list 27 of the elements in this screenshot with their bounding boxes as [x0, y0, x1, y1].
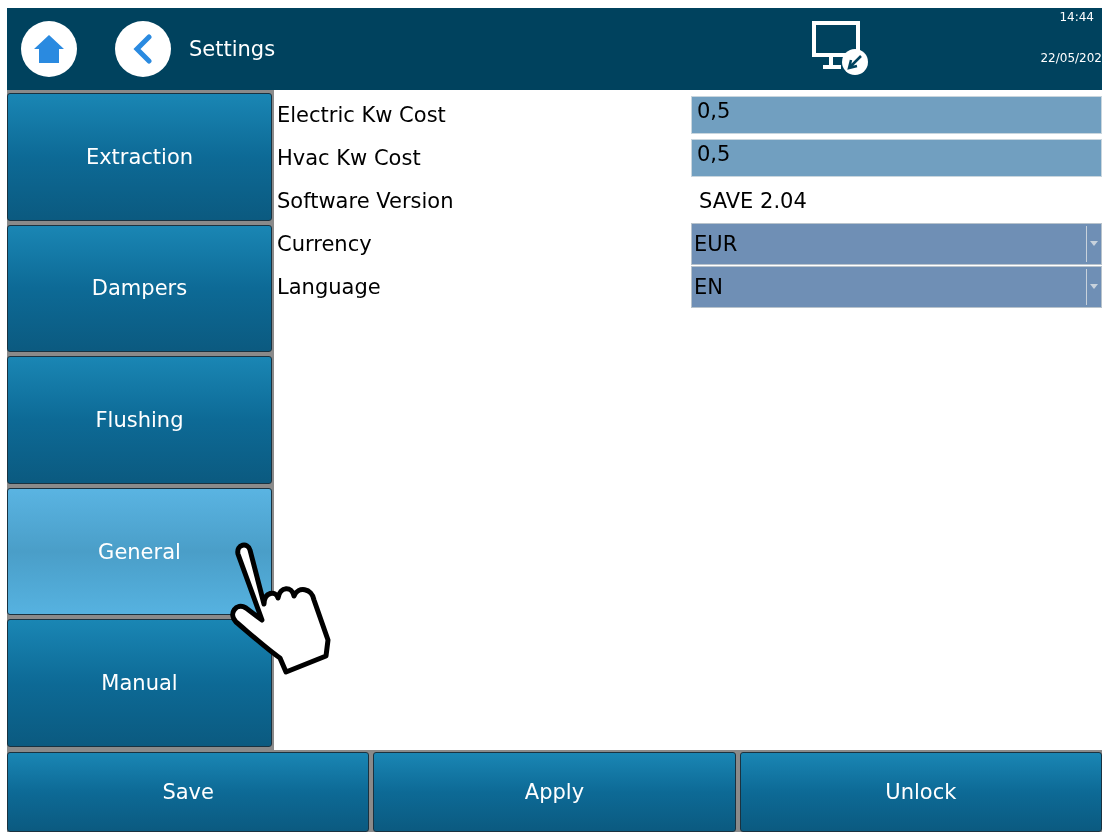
action-button[interactable]: Save	[7, 752, 370, 832]
action-button[interactable]: Unlock	[739, 752, 1102, 832]
dropdown[interactable]: EN	[691, 266, 1102, 308]
clock-time: 14:44	[1059, 10, 1094, 24]
dropdown[interactable]: EUR	[691, 223, 1102, 265]
caret-icon	[1087, 240, 1101, 248]
home-button[interactable]	[21, 21, 77, 77]
remote-desktop-icon[interactable]	[811, 20, 871, 76]
setting-label: Hvac Kw Cost	[277, 146, 422, 170]
setting-label: Software Version	[277, 189, 455, 213]
sidebar-tab[interactable]: Flushing	[7, 356, 272, 484]
date-text: 22/05/202	[1040, 51, 1102, 65]
input-field[interactable]: 0,5	[691, 96, 1102, 134]
setting-label: Language	[277, 275, 382, 299]
sidebar-tab[interactable]: Manual	[7, 619, 272, 747]
caret-icon	[1087, 283, 1101, 291]
sidebar-tab[interactable]: Extraction	[7, 93, 272, 221]
action-button[interactable]: Apply	[373, 752, 736, 832]
home-icon	[32, 33, 66, 65]
chevron-left-icon	[132, 34, 154, 64]
input-field[interactable]: 0,5	[691, 139, 1102, 177]
back-button[interactable]	[115, 21, 171, 77]
page-title: Settings	[189, 37, 276, 61]
sidebar-tab[interactable]: Dampers	[7, 224, 272, 353]
setting-label: Electric Kw Cost	[277, 103, 447, 127]
setting-label: Currency	[277, 232, 373, 256]
setting-value: SAVE 2.04	[698, 189, 807, 213]
